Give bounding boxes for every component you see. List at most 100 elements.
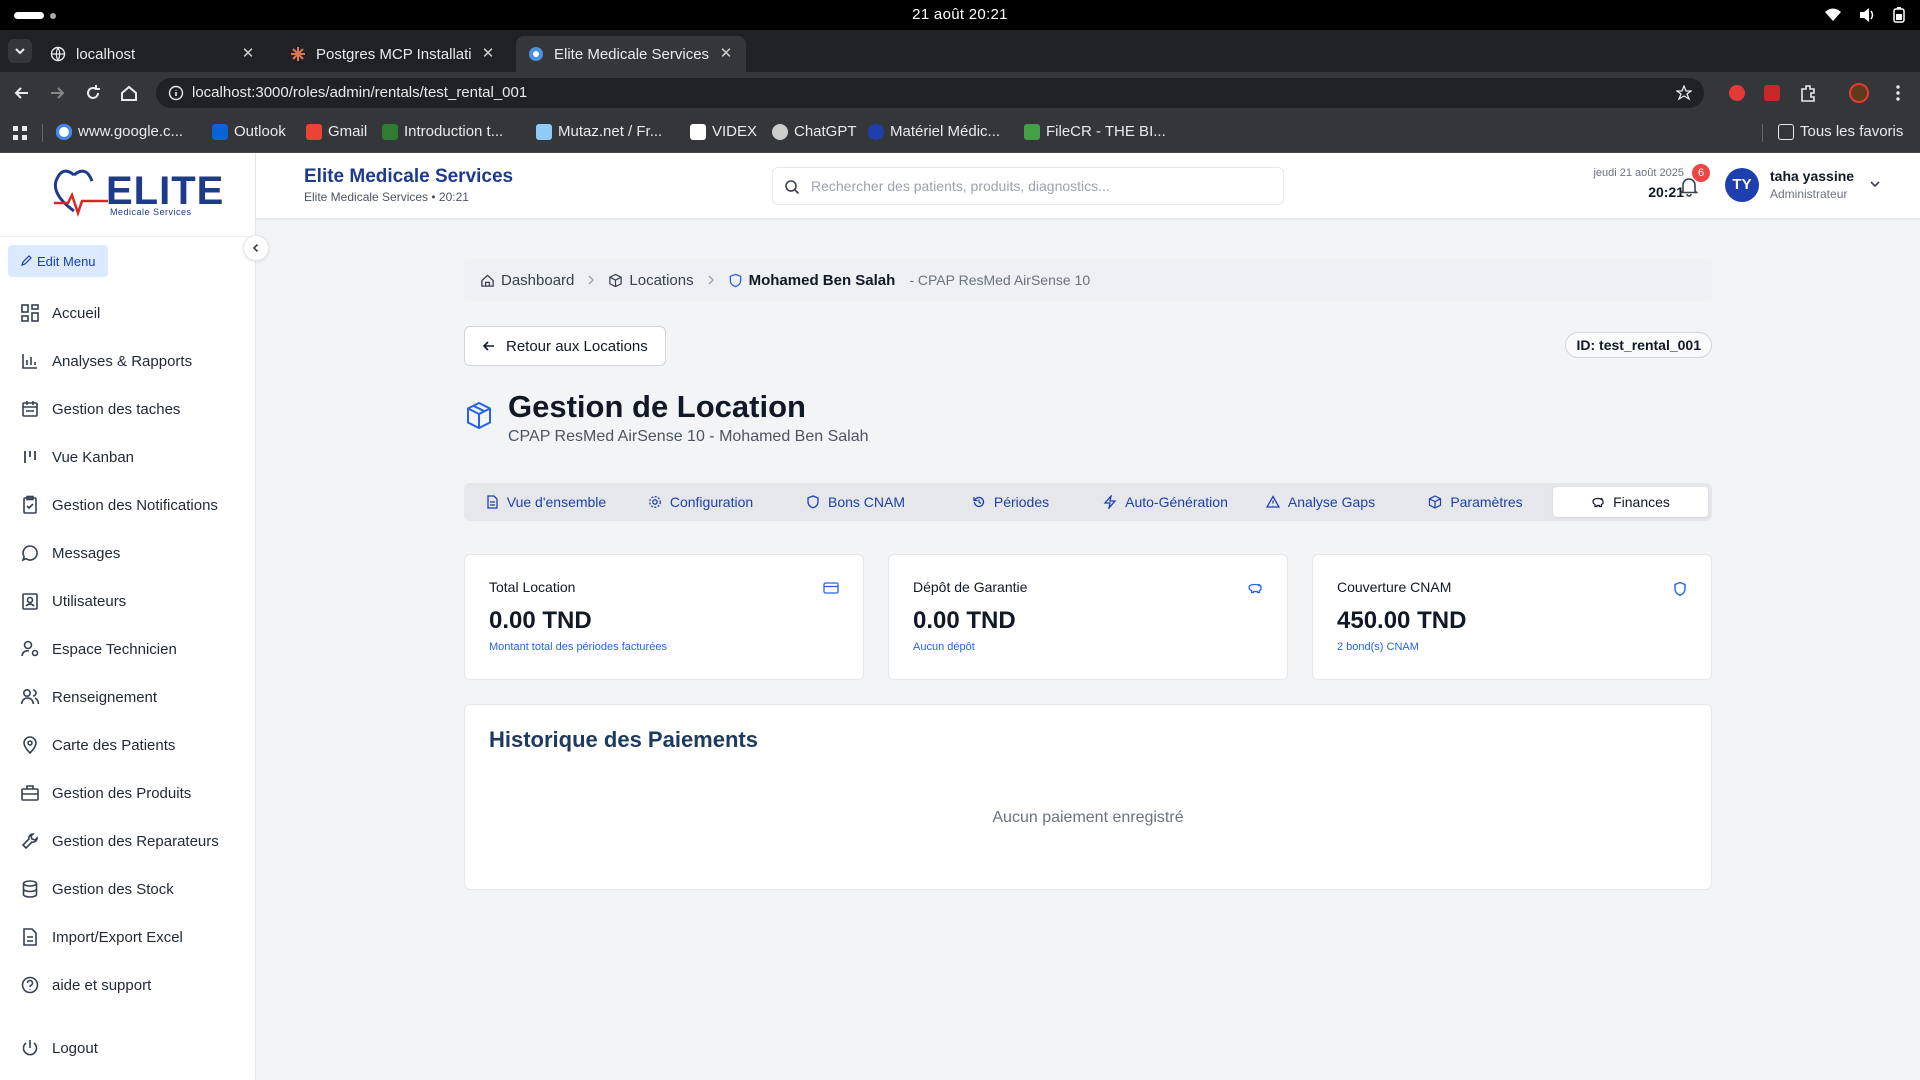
app-favicon-icon	[529, 47, 543, 61]
bookmark-filecr[interactable]: FileCR - THE BI...	[1024, 123, 1166, 140]
tab-search-button[interactable]	[8, 39, 32, 63]
sidebar: ELITE Medicale Services Edit Menu Accuei…	[0, 153, 256, 1080]
tab-configuration[interactable]: Configuration	[623, 487, 778, 517]
extensions-puzzle-icon[interactable]	[1797, 82, 1819, 104]
tab-title: Postgres MCP Installation	[316, 45, 472, 63]
browser-address-bar: localhost:3000/roles/admin/rentals/test_…	[0, 72, 1920, 114]
chevron-left-icon	[252, 243, 259, 253]
grid-icon	[21, 304, 39, 322]
apps-grid-icon[interactable]	[12, 125, 28, 141]
forward-arrow-icon[interactable]	[47, 83, 67, 103]
system-tray[interactable]	[1824, 7, 1906, 23]
sidebar-item-accueil[interactable]: Accueil	[0, 289, 256, 337]
sidebar-item-utilisateurs[interactable]: Utilisateurs	[0, 577, 256, 625]
bookmark-chatgpt[interactable]: ChatGPT	[772, 123, 857, 140]
breadcrumb-dashboard[interactable]: Dashboard	[480, 272, 574, 289]
zap-icon	[1103, 495, 1117, 509]
sidebar-item-renseignement[interactable]: Renseignement	[0, 673, 256, 721]
chevron-down-icon	[15, 48, 25, 55]
home-icon[interactable]	[119, 83, 139, 103]
reload-icon[interactable]	[83, 83, 103, 103]
extension-red-icon[interactable]	[1726, 82, 1748, 104]
close-tab-icon[interactable]: ✕	[480, 46, 496, 62]
sidebar-item-aide[interactable]: aide et support	[0, 961, 256, 1009]
bookmark-videx[interactable]: VIDEX	[690, 123, 757, 140]
edit-menu-button[interactable]: Edit Menu	[8, 245, 108, 277]
bookmark-star-icon[interactable]	[1676, 85, 1692, 101]
search-icon	[785, 180, 800, 195]
shield-icon	[807, 495, 819, 509]
sidebar-item-label: Gestion des Produits	[52, 784, 192, 802]
sidebar-item-label: Gestion des Notifications	[52, 496, 218, 514]
browser-tab-postgres[interactable]: Postgres MCP Installation ✕	[278, 36, 508, 72]
back-arrow-icon[interactable]	[12, 83, 32, 103]
w-icon	[382, 123, 398, 140]
bookmark-mutaz[interactable]: Mutaz.net / Fr...	[536, 123, 662, 140]
sidebar-item-messages[interactable]: Messages	[0, 529, 256, 577]
globe-icon	[50, 46, 66, 62]
tab-finances[interactable]: Finances	[1553, 487, 1708, 517]
bookmark-introduction[interactable]: Introduction t...	[382, 123, 503, 140]
sidebar-collapse-button[interactable]	[243, 235, 269, 261]
breadcrumb-current-label: Mohamed Ben Salah	[748, 271, 896, 289]
browser-menu-icon[interactable]	[1887, 82, 1909, 104]
tab-auto-generation[interactable]: Auto-Génération	[1088, 487, 1243, 517]
tab-analyse-gaps[interactable]: Analyse Gaps	[1243, 487, 1398, 517]
notification-badge: 6	[1692, 164, 1710, 182]
credit-card-icon	[823, 582, 839, 594]
sidebar-item-stock[interactable]: Gestion des Stock	[0, 865, 256, 913]
sidebar-item-import-export[interactable]: Import/Export Excel	[0, 913, 256, 961]
tab-label: Périodes	[993, 494, 1050, 510]
sidebar-item-notifications[interactable]: Gestion des Notifications	[0, 481, 256, 529]
sidebar-item-kanban[interactable]: Vue Kanban	[0, 433, 256, 481]
browser-tab-localhost[interactable]: localhost ✕	[38, 36, 268, 72]
tab-label: Vue d'ensemble	[506, 494, 607, 510]
bookmark-gmail[interactable]: Gmail	[306, 123, 367, 140]
arrow-left-icon	[482, 341, 494, 351]
avatar[interactable]: TY	[1725, 168, 1759, 202]
sidebar-item-produits[interactable]: Gestion des Produits	[0, 769, 256, 817]
url-text: localhost:3000/roles/admin/rentals/test_…	[192, 84, 528, 101]
tab-periodes[interactable]: Périodes	[933, 487, 1088, 517]
bookmark-google[interactable]: www.google.c...	[56, 123, 183, 140]
sidebar-item-technicien[interactable]: Espace Technicien	[0, 625, 256, 673]
shield-icon	[1674, 581, 1686, 597]
sidebar-item-carte[interactable]: Carte des Patients	[0, 721, 256, 769]
chevron-down-icon[interactable]	[1868, 177, 1882, 191]
rental-id-badge: ID: test_rental_001	[1565, 332, 1712, 358]
close-tab-icon[interactable]: ✕	[240, 46, 256, 62]
tab-bons-cnam[interactable]: Bons CNAM	[778, 487, 933, 517]
card-title: Dépôt de Garantie	[913, 579, 1028, 595]
search-box	[772, 167, 1284, 205]
sidebar-item-analyses[interactable]: Analyses & Rapports	[0, 337, 256, 385]
package-icon	[467, 401, 491, 430]
os-clock[interactable]: 21 août 20:21	[0, 6, 1920, 23]
tab-label: Finances	[1613, 494, 1670, 510]
close-tab-icon[interactable]: ✕	[718, 46, 734, 62]
profile-avatar-icon[interactable]	[1848, 82, 1870, 104]
url-bar[interactable]: localhost:3000/roles/admin/rentals/test_…	[156, 78, 1704, 108]
all-bookmarks-folder[interactable]: Tous les favoris	[1778, 123, 1903, 140]
back-to-locations-button[interactable]: Retour aux Locations	[464, 326, 666, 366]
user-name[interactable]: taha yassine	[1770, 168, 1854, 184]
volume-icon	[1860, 8, 1874, 22]
card-total-location: Total Location 0.00 TND Montant total de…	[464, 554, 864, 680]
piggy-bank-icon	[1592, 497, 1604, 508]
rental-tabs: Vue d'ensemble Configuration Bons CNAM P…	[464, 483, 1712, 521]
bookmark-materiel[interactable]: Matériel Médic...	[868, 123, 1000, 140]
site-info-icon[interactable]	[168, 85, 184, 101]
sidebar-item-reparateurs[interactable]: Gestion des Reparateurs	[0, 817, 256, 865]
tab-vue-ensemble[interactable]: Vue d'ensemble	[468, 487, 623, 517]
search-input[interactable]	[811, 168, 1271, 204]
extension-grid-icon[interactable]	[1761, 82, 1783, 104]
bookmark-outlook[interactable]: Outlook	[212, 123, 286, 140]
file-text-icon	[487, 495, 498, 509]
page-title: Gestion de Location	[508, 389, 806, 424]
tab-parametres[interactable]: Paramètres	[1398, 487, 1553, 517]
sidebar-item-taches[interactable]: Gestion des taches	[0, 385, 256, 433]
user-cog-icon	[21, 640, 39, 657]
sidebar-item-label: Vue Kanban	[52, 448, 135, 466]
logout-button[interactable]: Logout	[0, 1024, 256, 1072]
breadcrumb-locations[interactable]: Locations	[608, 272, 694, 289]
browser-tab-elite[interactable]: Elite Medicale Services | ✕	[516, 36, 746, 72]
